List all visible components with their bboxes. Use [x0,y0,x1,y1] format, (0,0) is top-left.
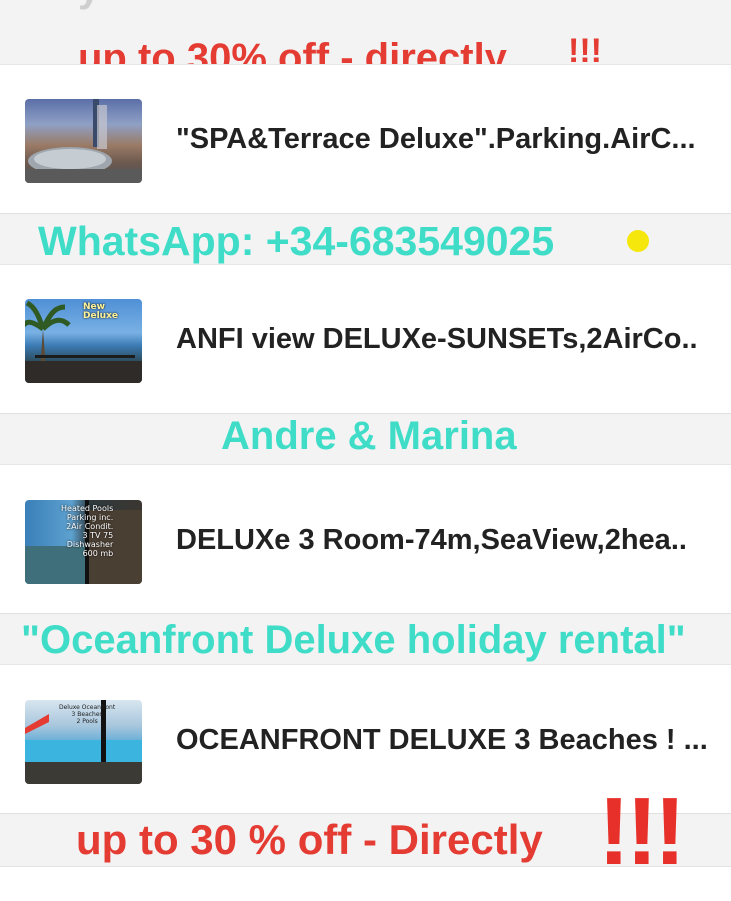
listing-card[interactable]: "SPA&Terrace Deluxe".Parking.AirC... [0,64,731,214]
thumb-caption: Heated Pools Parking inc. 2Air Condit. 3… [61,504,114,558]
whatsapp-text: WhatsApp: +34-683549025 [38,218,555,264]
rental-heading: "Oceanfront Deluxe holiday rental" [21,618,686,662]
listing-card[interactable]: Heated Pools Parking inc. 2Air Condit. 3… [0,464,731,614]
hot-tub-photo-art [25,99,142,183]
listing-title[interactable]: ANFI view DELUXe-SUNSETs,2AirCo.. [176,323,731,356]
thumb-caption: Deluxe Oceanfront 3 Beaches 2 Pools [59,704,116,725]
cutoff-heading: y [78,0,100,11]
listing-title[interactable]: "SPA&Terrace Deluxe".Parking.AirC... [176,123,731,156]
hot-tub-photo [25,99,142,183]
promo-bottom-text: up to 30 % off - Directly [76,816,543,863]
listing-card[interactable]: New Deluxe ANFI view DELUXe-SUNSETs,2Air… [0,264,731,414]
yellow-dot-icon [627,230,649,252]
listing-title[interactable]: DELUXe 3 Room-74m,SeaView,2hea.. [176,524,731,557]
balcony-photo: Heated Pools Parking inc. 2Air Condit. 3… [25,500,142,584]
pool-photo: Deluxe Oceanfront 3 Beaches 2 Pools [25,700,142,784]
listing-title[interactable]: OCEANFRONT DELUXE 3 Beaches ! ... [176,724,731,757]
sea-view-terrace-photo: New Deluxe [25,299,142,383]
thumb-caption: New Deluxe [83,302,118,321]
hosts-names: Andre & Marina [221,414,517,458]
next-listing-peek [0,866,731,901]
